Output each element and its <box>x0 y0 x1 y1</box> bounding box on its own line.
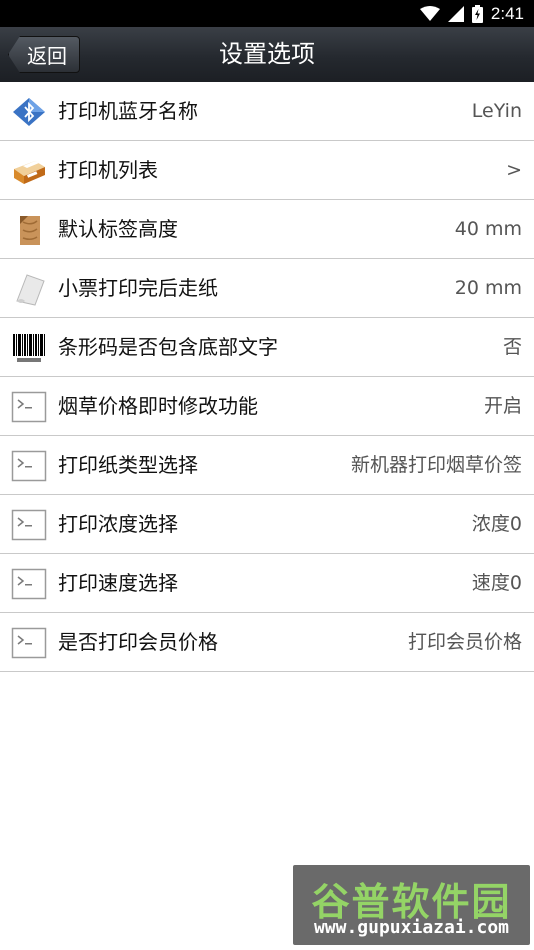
setting-row-tobacco-price-edit[interactable]: 烟草价格即时修改功能 开启 <box>0 377 534 436</box>
setting-row-bluetooth-name[interactable]: 打印机蓝牙名称 LeYin <box>0 82 534 141</box>
signal-icon <box>447 5 464 22</box>
wifi-icon <box>419 5 440 22</box>
back-button[interactable]: 返回 <box>8 36 80 73</box>
setting-label: 打印速度选择 <box>58 571 178 595</box>
status-icons: 2:41 <box>419 0 524 27</box>
page-title: 设置选项 <box>219 40 315 68</box>
status-bar: 2:41 <box>0 0 534 27</box>
setting-row-print-speed[interactable]: 打印速度选择 速度0 <box>0 554 534 613</box>
setting-value: > <box>506 159 522 181</box>
settings-list: 打印机蓝牙名称 LeYin 打印机列表 > 默认标签高度 40 mm 小票打印完… <box>0 82 534 672</box>
setting-value: 40 mm <box>454 218 522 240</box>
setting-row-printer-list[interactable]: 打印机列表 > <box>0 141 534 200</box>
setting-value: LeYin <box>471 100 522 122</box>
setting-row-barcode-text[interactable]: 条形码是否包含底部文字 否 <box>0 318 534 377</box>
terminal-icon <box>11 507 47 543</box>
printer-icon <box>11 153 47 189</box>
setting-value: 新机器打印烟草价签 <box>350 454 522 476</box>
terminal-icon <box>11 625 47 661</box>
watermark: 谷普软件园 www.gupuxiazai.com <box>293 865 530 945</box>
watermark-url: www.gupuxiazai.com <box>313 917 510 938</box>
receipt-paper-icon <box>11 271 47 307</box>
setting-label: 条形码是否包含底部文字 <box>58 335 278 359</box>
terminal-icon <box>11 566 47 602</box>
setting-value: 开启 <box>483 395 522 417</box>
setting-row-paper-feed[interactable]: 小票打印完后走纸 20 mm <box>0 259 534 318</box>
setting-label: 烟草价格即时修改功能 <box>58 394 258 418</box>
setting-value: 浓度0 <box>471 513 522 535</box>
terminal-icon <box>11 448 47 484</box>
setting-label: 打印机蓝牙名称 <box>58 99 198 123</box>
setting-label: 小票打印完后走纸 <box>58 276 218 300</box>
setting-label: 打印浓度选择 <box>58 512 178 536</box>
setting-value: 速度0 <box>471 572 522 594</box>
terminal-icon <box>11 389 47 425</box>
setting-label: 打印机列表 <box>58 158 158 182</box>
setting-value: 20 mm <box>454 277 522 299</box>
setting-row-print-density[interactable]: 打印浓度选择 浓度0 <box>0 495 534 554</box>
setting-label: 打印纸类型选择 <box>58 453 198 477</box>
setting-row-paper-type[interactable]: 打印纸类型选择 新机器打印烟草价签 <box>0 436 534 495</box>
setting-value: 打印会员价格 <box>407 631 522 653</box>
setting-label: 默认标签高度 <box>58 217 178 241</box>
title-bar: 设置选项 返回 <box>0 27 534 83</box>
bluetooth-icon <box>11 94 47 130</box>
barcode-icon <box>11 330 47 366</box>
setting-label: 是否打印会员价格 <box>58 630 218 654</box>
setting-row-member-price[interactable]: 是否打印会员价格 打印会员价格 <box>0 613 534 672</box>
status-time: 2:41 <box>490 3 524 23</box>
battery-icon <box>471 4 483 23</box>
setting-value: 否 <box>502 336 522 358</box>
setting-row-label-height[interactable]: 默认标签高度 40 mm <box>0 200 534 259</box>
label-paper-icon <box>11 212 47 248</box>
